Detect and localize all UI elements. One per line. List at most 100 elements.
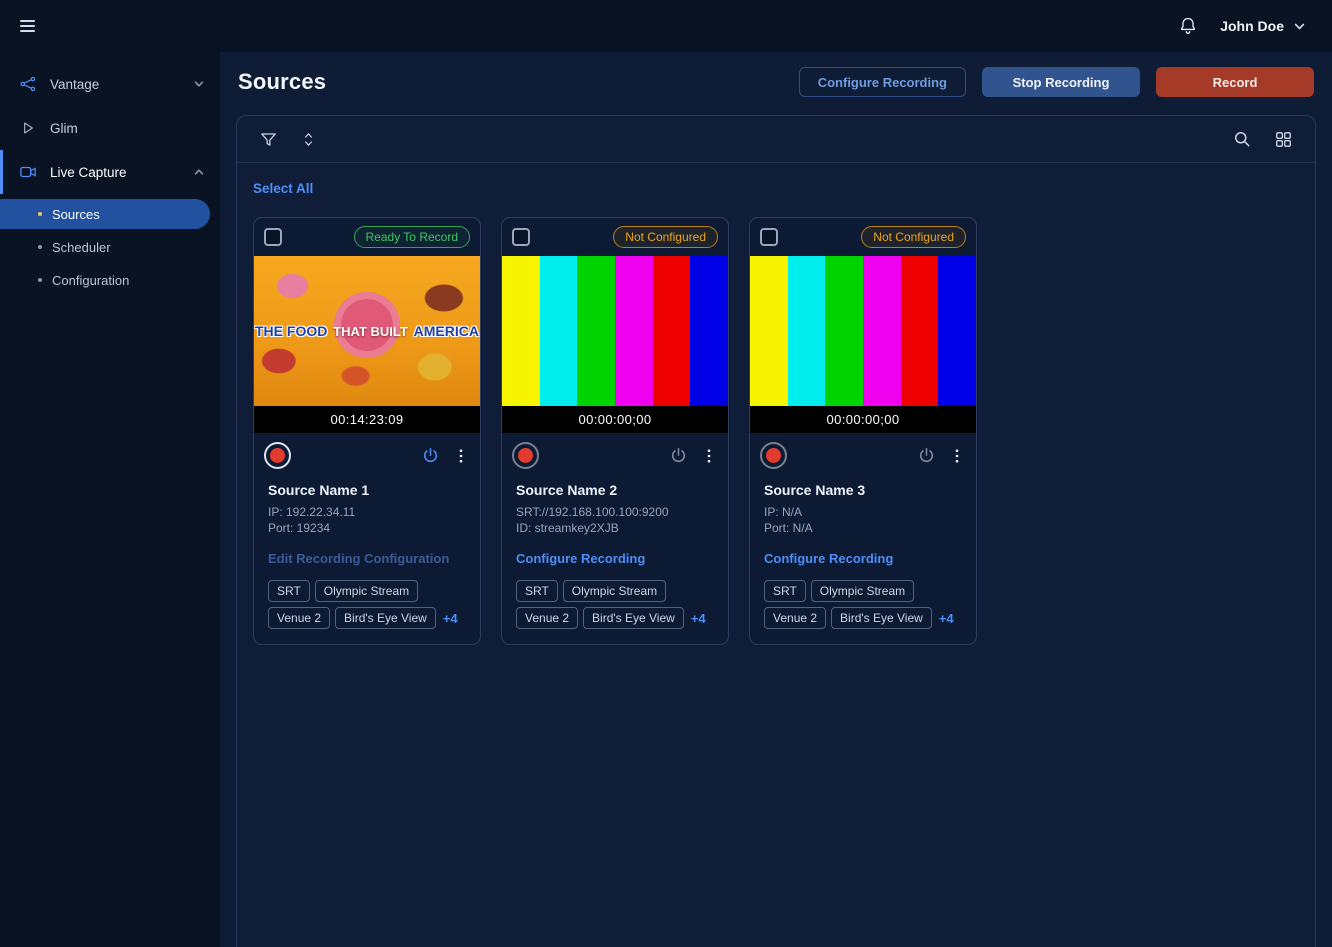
sidebar-item-label: Configuration <box>52 272 130 288</box>
sources-panel: Select All Ready To Record THE FOOD THAT … <box>236 115 1316 947</box>
power-icon[interactable] <box>669 446 688 465</box>
tag-pill: Olympic Stream <box>562 580 667 603</box>
more-options-icon[interactable] <box>452 447 470 465</box>
sidebar-item-label: Glim <box>50 120 78 136</box>
power-icon[interactable] <box>421 446 440 465</box>
tag-pill: Olympic Stream <box>810 580 915 603</box>
sidebar-item-glim[interactable]: Glim <box>0 106 220 150</box>
status-badge: Not Configured <box>861 226 966 248</box>
sidebar-item-configuration[interactable]: Configuration <box>0 265 210 295</box>
thumbnail-text: THAT BUILT <box>333 323 408 339</box>
sort-icon[interactable] <box>300 131 317 148</box>
user-name: John Doe <box>1220 18 1284 34</box>
record-toggle-button[interactable] <box>512 442 539 469</box>
tag-pill: SRT <box>268 580 310 603</box>
configure-recording-button[interactable]: Configure Recording <box>798 67 966 97</box>
colorbar-stripe <box>615 256 653 406</box>
user-menu[interactable]: John Doe <box>1220 18 1306 34</box>
recording-config-link[interactable]: Edit Recording Configuration <box>254 536 480 566</box>
tag-pill: SRT <box>764 580 806 603</box>
colorbar-stripe <box>900 256 939 406</box>
power-icon[interactable] <box>917 446 936 465</box>
more-options-icon[interactable] <box>700 447 718 465</box>
source-card: Ready To Record THE FOOD THAT BUILT AMERIC… <box>253 217 481 646</box>
status-badge: Ready To Record <box>353 226 470 248</box>
header-actions: Configure Recording Stop Recording Recor… <box>798 67 1314 97</box>
source-name: Source Name 2 <box>516 482 618 498</box>
sidebar-item-label: Vantage <box>50 76 100 92</box>
source-name: Source Name 3 <box>764 482 866 498</box>
page-title: Sources <box>238 69 327 94</box>
notifications-bell-icon[interactable] <box>1178 16 1198 36</box>
video-thumbnail: THE FOOD THAT BUILT AMERICA <box>254 256 480 406</box>
video-camera-icon <box>18 163 38 181</box>
sidebar: Vantage Glim Live Capture Sources Schedu… <box>0 0 220 947</box>
topbar: John Doe <box>220 0 1332 52</box>
recording-config-link[interactable]: Configure Recording <box>750 536 976 566</box>
live-capture-subnav: Sources Scheduler Configuration <box>0 194 220 306</box>
sidebar-item-scheduler[interactable]: Scheduler <box>0 232 210 262</box>
menu-icon[interactable] <box>18 16 37 36</box>
sidebar-item-label: Scheduler <box>52 239 111 255</box>
status-badge: Not Configured <box>613 226 718 248</box>
record-toggle-button[interactable] <box>760 442 787 469</box>
chevron-up-icon <box>193 166 205 178</box>
card-checkbox[interactable] <box>512 228 530 246</box>
card-checkbox[interactable] <box>760 228 778 246</box>
filter-icon[interactable] <box>259 130 278 149</box>
stop-recording-button[interactable]: Stop Recording <box>982 67 1140 97</box>
source-info-line2: Port: 19234 <box>268 521 331 536</box>
tag-pill: Olympic Stream <box>314 580 419 603</box>
record-toggle-button[interactable] <box>264 442 291 469</box>
page-header: Sources Configure Recording Stop Recordi… <box>236 52 1316 115</box>
panel-toolbar <box>237 116 1315 162</box>
search-icon[interactable] <box>1232 129 1252 149</box>
record-button[interactable]: Record <box>1156 67 1314 97</box>
grid-view-icon[interactable] <box>1274 130 1293 149</box>
tag-list: SRT Olympic Stream Venue 2 Bird's Eye View +… <box>750 566 976 644</box>
source-info-line2: ID: streamkey2XJB <box>516 521 619 536</box>
more-tags-link[interactable]: +4 <box>689 611 706 626</box>
card-controls-right <box>917 446 966 465</box>
sidebar-item-sources[interactable]: Sources <box>0 199 210 229</box>
colorbar-stripe <box>502 256 540 406</box>
thumbnail-text: AMERICA <box>413 323 479 339</box>
more-options-icon[interactable] <box>948 447 966 465</box>
source-card: Not Configured 00:00:00;00 Source Name 3… <box>749 217 977 646</box>
sidebar-nav: Vantage Glim Live Capture Sources Schedu… <box>0 52 220 306</box>
bullet-icon <box>38 245 42 249</box>
app-root: Vantage Glim Live Capture Sources Schedu… <box>0 0 1332 947</box>
chevron-down-icon <box>193 78 205 90</box>
source-info-line1: IP: N/A <box>764 505 803 519</box>
colorbar-stripe <box>690 256 728 406</box>
colorbar-stripe <box>863 256 901 406</box>
more-tags-link[interactable]: +4 <box>441 611 458 626</box>
colorbar-stripe <box>750 256 788 406</box>
source-info-line2: Port: N/A <box>764 521 813 536</box>
select-all-link[interactable]: Select All <box>253 181 313 196</box>
video-thumbnail <box>502 256 728 406</box>
recording-config-link[interactable]: Configure Recording <box>502 536 728 566</box>
card-header-row: Not Configured <box>502 218 728 256</box>
tag-pill: Bird's Eye View <box>583 607 684 630</box>
video-thumbnail <box>750 256 976 406</box>
timecode: 00:00:00;00 <box>502 406 728 433</box>
more-tags-link[interactable]: +4 <box>937 611 954 626</box>
sidebar-item-live-capture[interactable]: Live Capture <box>0 150 220 194</box>
bullet-icon <box>38 212 42 216</box>
card-checkbox[interactable] <box>264 228 282 246</box>
sidebar-item-vantage[interactable]: Vantage <box>0 62 220 106</box>
card-controls-right <box>421 446 470 465</box>
source-info-line1: IP: 192.22.34.11 <box>268 505 356 519</box>
source-info: SRT://192.168.100.100:9200 ID: streamkey… <box>502 500 728 536</box>
tag-list: SRT Olympic Stream Venue 2 Bird's Eye View +… <box>502 566 728 644</box>
source-info: IP: 192.22.34.11 Port: 19234 <box>254 500 480 536</box>
card-controls <box>750 433 976 473</box>
colorbar-stripe <box>577 256 616 406</box>
colorbar-stripe <box>825 256 864 406</box>
tag-pill: Venue 2 <box>516 607 579 630</box>
page-content: Sources Configure Recording Stop Recordi… <box>220 52 1332 947</box>
source-name: Source Name 1 <box>268 482 370 498</box>
sidebar-item-label: Live Capture <box>50 164 127 180</box>
colorbar-stripe <box>539 256 578 406</box>
